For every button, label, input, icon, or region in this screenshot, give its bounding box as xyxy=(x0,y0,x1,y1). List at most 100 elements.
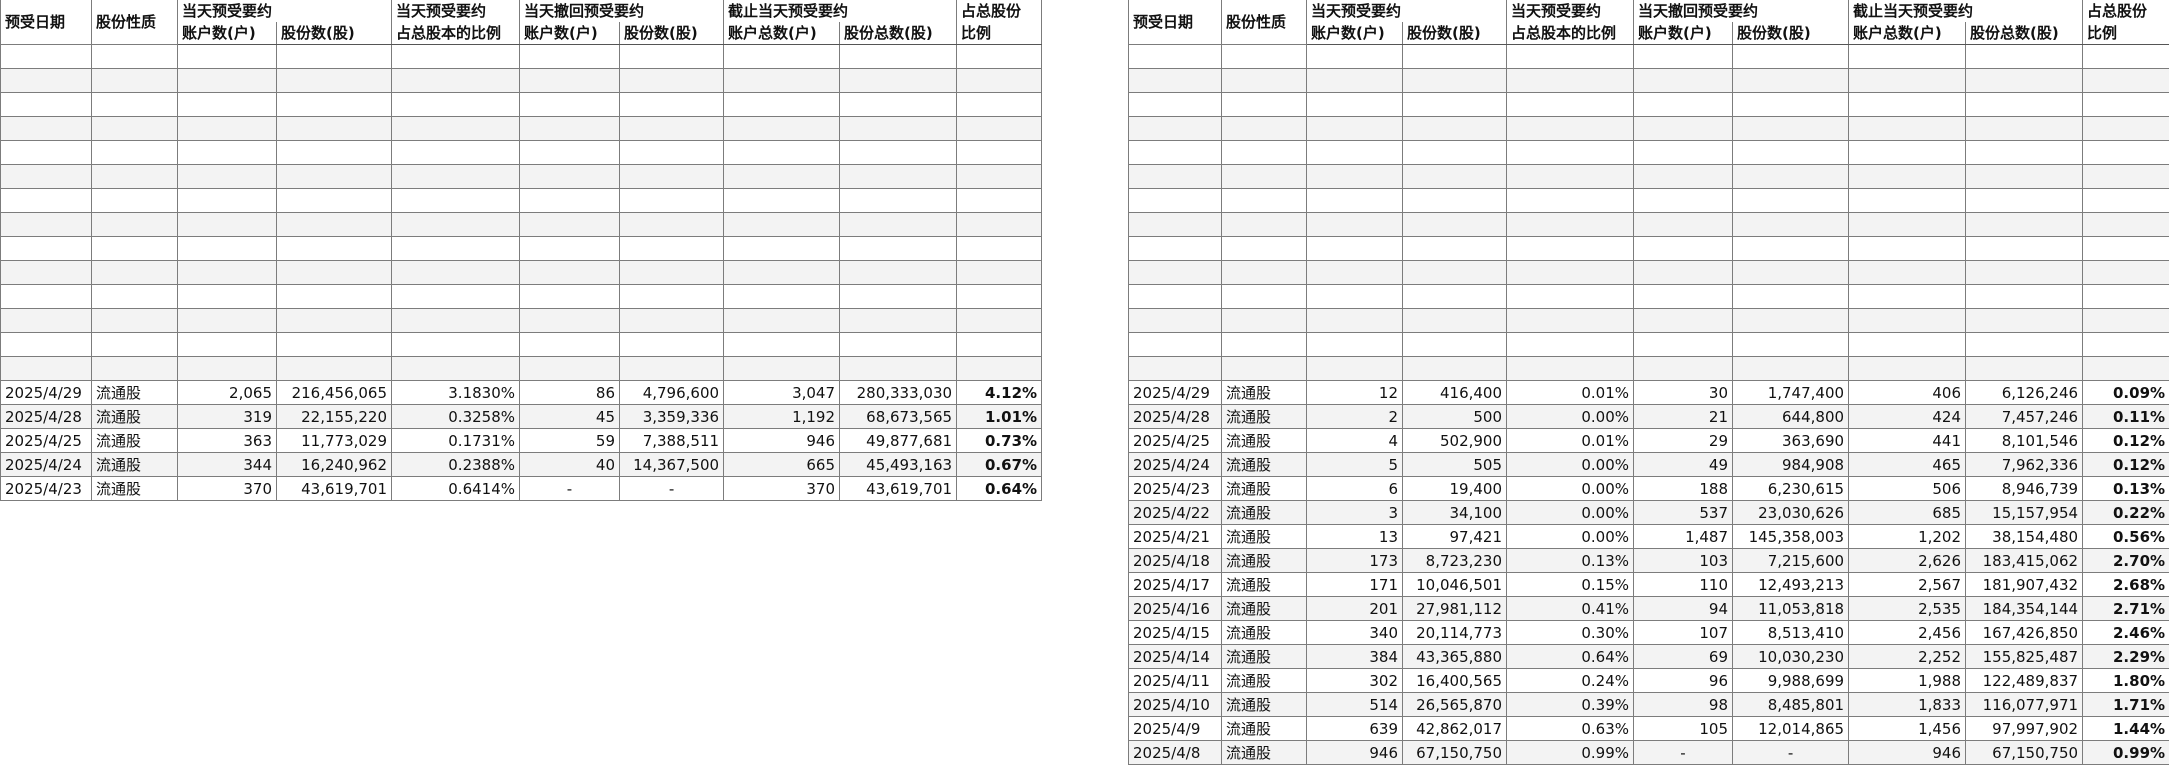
empty-cell[interactable] xyxy=(91,332,178,357)
empty-cell[interactable] xyxy=(391,356,521,381)
empty-cell[interactable] xyxy=(1848,236,1967,261)
cell-date[interactable]: 2025/4/28 xyxy=(1128,404,1222,429)
cell-shares[interactable]: 67,150,750 xyxy=(1401,740,1508,765)
cell-total-ratio[interactable]: 2.68% xyxy=(2082,572,2169,597)
empty-cell[interactable] xyxy=(1732,260,1850,285)
cell-ratio[interactable]: 0.13% xyxy=(1506,548,1635,573)
empty-cell[interactable] xyxy=(0,68,92,93)
cell-shares[interactable]: 502,900 xyxy=(1401,428,1508,453)
cell-total-accounts[interactable]: 685 xyxy=(1848,500,1967,525)
cell-total-accounts[interactable]: 506 xyxy=(1848,476,1967,501)
empty-cell[interactable] xyxy=(0,212,92,237)
empty-cell[interactable] xyxy=(0,44,92,69)
empty-cell[interactable] xyxy=(391,284,521,309)
cell-withdraw-shares[interactable]: 363,690 xyxy=(1732,428,1850,453)
cell-shares[interactable]: 26,565,870 xyxy=(1401,692,1508,717)
empty-cell[interactable] xyxy=(956,284,1043,309)
empty-cell[interactable] xyxy=(275,164,393,189)
empty-cell[interactable] xyxy=(1965,164,2084,189)
empty-cell[interactable] xyxy=(519,44,621,69)
cell-total-shares[interactable]: 280,333,030 xyxy=(839,380,958,405)
cell-total-ratio[interactable]: 1.71% xyxy=(2082,692,2169,717)
empty-cell[interactable] xyxy=(1506,44,1635,69)
cell-total-accounts[interactable]: 441 xyxy=(1848,428,1967,453)
empty-cell[interactable] xyxy=(619,140,725,165)
empty-cell[interactable] xyxy=(1401,308,1508,333)
empty-cell[interactable] xyxy=(177,332,277,357)
cell-accounts[interactable]: 384 xyxy=(1306,644,1403,669)
empty-cell[interactable] xyxy=(1306,44,1403,69)
empty-cell[interactable] xyxy=(0,140,92,165)
cell-shares[interactable]: 16,400,565 xyxy=(1401,668,1508,693)
cell-shares[interactable]: 27,981,112 xyxy=(1401,596,1508,621)
empty-cell[interactable] xyxy=(1401,332,1508,357)
cell-nature[interactable]: 流通股 xyxy=(1221,380,1307,405)
cell-date[interactable]: 2025/4/23 xyxy=(1128,476,1222,501)
cell-withdraw-accounts[interactable]: 94 xyxy=(1633,596,1734,621)
cell-accounts[interactable]: 173 xyxy=(1306,548,1403,573)
cell-withdraw-shares[interactable]: 3,359,336 xyxy=(619,404,725,429)
empty-cell[interactable] xyxy=(723,284,841,309)
empty-cell[interactable] xyxy=(1306,236,1403,261)
empty-cell[interactable] xyxy=(1401,44,1508,69)
empty-cell[interactable] xyxy=(1633,188,1734,213)
empty-cell[interactable] xyxy=(177,212,277,237)
empty-cell[interactable] xyxy=(1306,140,1403,165)
empty-cell[interactable] xyxy=(275,92,393,117)
cell-total-shares[interactable]: 43,619,701 xyxy=(839,476,958,501)
cell-nature[interactable]: 流通股 xyxy=(1221,620,1307,645)
empty-cell[interactable] xyxy=(275,44,393,69)
cell-date[interactable]: 2025/4/9 xyxy=(1128,716,1222,741)
cell-total-shares[interactable]: 6,126,246 xyxy=(1965,380,2084,405)
empty-cell[interactable] xyxy=(177,188,277,213)
cell-shares[interactable]: 34,100 xyxy=(1401,500,1508,525)
empty-cell[interactable] xyxy=(177,164,277,189)
cell-total-shares[interactable]: 15,157,954 xyxy=(1965,500,2084,525)
empty-cell[interactable] xyxy=(275,260,393,285)
cell-total-shares[interactable]: 49,877,681 xyxy=(839,428,958,453)
empty-cell[interactable] xyxy=(91,188,178,213)
cell-date[interactable]: 2025/4/21 xyxy=(1128,524,1222,549)
cell-date[interactable]: 2025/4/14 xyxy=(1128,644,1222,669)
cell-shares[interactable]: 8,723,230 xyxy=(1401,548,1508,573)
empty-cell[interactable] xyxy=(619,212,725,237)
cell-withdraw-shares[interactable]: 14,367,500 xyxy=(619,452,725,477)
empty-cell[interactable] xyxy=(2082,188,2169,213)
empty-cell[interactable] xyxy=(1633,356,1734,381)
cell-date[interactable]: 2025/4/16 xyxy=(1128,596,1222,621)
cell-shares[interactable]: 20,114,773 xyxy=(1401,620,1508,645)
empty-cell[interactable] xyxy=(1306,188,1403,213)
empty-cell[interactable] xyxy=(1128,164,1222,189)
empty-cell[interactable] xyxy=(1128,44,1222,69)
empty-cell[interactable] xyxy=(1506,284,1635,309)
empty-cell[interactable] xyxy=(1965,308,2084,333)
empty-cell[interactable] xyxy=(1732,140,1850,165)
empty-cell[interactable] xyxy=(1306,356,1403,381)
empty-cell[interactable] xyxy=(723,332,841,357)
empty-cell[interactable] xyxy=(1306,260,1403,285)
empty-cell[interactable] xyxy=(839,212,958,237)
empty-cell[interactable] xyxy=(1633,116,1734,141)
cell-ratio[interactable]: 0.15% xyxy=(1506,572,1635,597)
empty-cell[interactable] xyxy=(91,92,178,117)
empty-cell[interactable] xyxy=(1506,140,1635,165)
cell-total-ratio[interactable]: 0.73% xyxy=(956,428,1043,453)
empty-cell[interactable] xyxy=(839,116,958,141)
cell-total-ratio[interactable]: 0.13% xyxy=(2082,476,2169,501)
empty-cell[interactable] xyxy=(2082,284,2169,309)
cell-withdraw-shares[interactable]: 145,358,003 xyxy=(1732,524,1850,549)
cell-total-ratio[interactable]: 2.29% xyxy=(2082,644,2169,669)
empty-cell[interactable] xyxy=(391,236,521,261)
empty-cell[interactable] xyxy=(723,68,841,93)
cell-date[interactable]: 2025/4/23 xyxy=(0,476,92,501)
cell-total-ratio[interactable]: 0.64% xyxy=(956,476,1043,501)
cell-shares[interactable]: 43,365,880 xyxy=(1401,644,1508,669)
empty-cell[interactable] xyxy=(1732,356,1850,381)
empty-cell[interactable] xyxy=(1633,260,1734,285)
cell-total-shares[interactable]: 38,154,480 xyxy=(1965,524,2084,549)
cell-ratio[interactable]: 0.00% xyxy=(1506,476,1635,501)
cell-total-shares[interactable]: 122,489,837 xyxy=(1965,668,2084,693)
empty-cell[interactable] xyxy=(0,308,92,333)
cell-ratio[interactable]: 0.24% xyxy=(1506,668,1635,693)
empty-cell[interactable] xyxy=(391,44,521,69)
